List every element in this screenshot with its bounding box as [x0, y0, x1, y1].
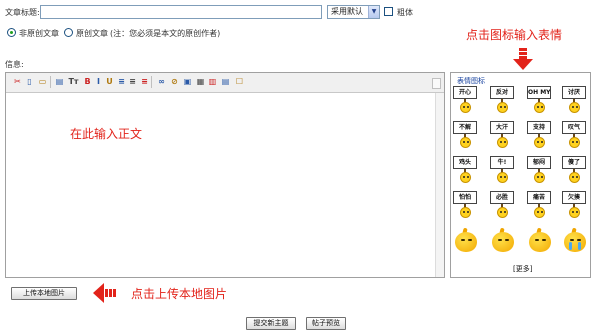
emoticon-item[interactable]: 反对: [490, 86, 514, 114]
smiley-face-icon: [569, 102, 580, 113]
emoticon-item[interactable]: 讨厌: [562, 86, 586, 114]
emoticon-sign-text: 开心: [453, 86, 477, 99]
emoticon-big-3[interactable]: [527, 227, 553, 256]
style-select-value: 采用默认: [331, 7, 363, 16]
emoticon-item[interactable]: 牛!: [490, 156, 514, 184]
emoticon-sign-text: 支持: [527, 121, 551, 134]
emoticon-sign-text: 叹气: [562, 121, 586, 134]
toolbar-separator: [50, 76, 51, 88]
image-icon[interactable]: ▣: [182, 76, 193, 87]
emoticon-item[interactable]: 欠揍: [562, 191, 586, 219]
emoticon-item[interactable]: 不解: [453, 121, 477, 149]
link-icon[interactable]: ∞: [156, 76, 167, 87]
emoticon-sign-text: 郁闷: [527, 156, 551, 169]
italic-icon[interactable]: I: [93, 76, 104, 87]
smiley-face-icon: [534, 102, 545, 113]
editor-toolbar: ✂ ▯ ▭ ▤ Tт B I U ≡ ≡ ≡ ∞ ⊘ ▣ ▦ ▥ ▤ ☐: [6, 73, 444, 93]
emoticon-item[interactable]: 支持: [527, 121, 551, 149]
emoticon-item[interactable]: 怕怕: [453, 191, 477, 219]
smiley-face-icon: [569, 172, 580, 183]
emoticon-sign-text: 欠揍: [562, 191, 586, 204]
smiley-face-icon: [534, 172, 545, 183]
emoticon-sign-text: 鸡头: [453, 156, 477, 169]
align-center-icon[interactable]: ≡: [127, 76, 138, 87]
emoticon-item[interactable]: 开心: [453, 86, 477, 114]
smiley-face-icon: [534, 137, 545, 148]
smiley-face-icon: [460, 172, 471, 183]
align-left-icon[interactable]: ≡: [116, 76, 127, 87]
preview-post-button[interactable]: 帖子预览: [306, 317, 346, 330]
radio-non-original[interactable]: [7, 28, 16, 37]
table-icon[interactable]: ▤: [220, 76, 231, 87]
source-mode-icon[interactable]: [432, 78, 441, 89]
message-label: 信息:: [5, 60, 24, 69]
emoticon-sign-text: 牛!: [490, 156, 514, 169]
title-input[interactable]: [40, 5, 322, 19]
smiley-face-icon: [497, 137, 508, 148]
emoticon-sign-text: 不解: [453, 121, 477, 134]
bold-label: 粗体: [397, 8, 413, 17]
emoticon-item[interactable]: 郁闷: [527, 156, 551, 184]
message-editor[interactable]: ✂ ▯ ▭ ▤ Tт B I U ≡ ≡ ≡ ∞ ⊘ ▣ ▦ ▥ ▤ ☐ 在此输入正文: [5, 72, 445, 278]
text-size-icon[interactable]: Tт: [68, 76, 79, 87]
emoticon-sign-text: 痛苦: [527, 191, 551, 204]
smiley-face-icon: [497, 102, 508, 113]
emoticon-item[interactable]: 叹气: [562, 121, 586, 149]
emoticon-sign-text: 必胜: [490, 191, 514, 204]
upload-image-button[interactable]: 上传本地图片: [11, 287, 77, 300]
more-emoticons-link[interactable]: [更多]: [513, 264, 532, 274]
emoticon-item[interactable]: 大汗: [490, 121, 514, 149]
smiley-face-icon: [460, 137, 471, 148]
upload-hint: 点击上传本地图片: [131, 287, 228, 301]
chevron-down-icon[interactable]: ▼: [368, 6, 379, 18]
emoticon-hint: 点击图标输入表情: [466, 28, 563, 42]
format-icon[interactable]: ▤: [54, 76, 65, 87]
editor-scrollbar[interactable]: [435, 93, 444, 277]
radio-original-label: 原创文章: [76, 29, 108, 38]
title-label: 文章标题:: [5, 8, 40, 17]
emoticon-big-4[interactable]: [562, 227, 588, 256]
toolbar-separator: [151, 76, 152, 88]
emoticon-big-2[interactable]: [490, 227, 516, 256]
emoticon-sign-text: 讨厌: [562, 86, 586, 99]
bold-checkbox[interactable]: [384, 7, 393, 16]
emoticon-item[interactable]: 鸡头: [453, 156, 477, 184]
emoticon-panel-title: 表情图标: [457, 77, 485, 85]
flash-icon[interactable]: ▦: [195, 76, 206, 87]
arrow-left-icon: [93, 283, 116, 303]
smiley-face-icon: [460, 102, 471, 113]
radio-original[interactable]: [64, 28, 73, 37]
emoticon-sign-text: OH MY GOD!: [527, 86, 551, 99]
emoticon-sign-text: 大汗: [490, 121, 514, 134]
emoticon-item[interactable]: 痛苦: [527, 191, 551, 219]
emoticon-item[interactable]: 傻了: [562, 156, 586, 184]
radio-non-original-label: 非原创文章: [19, 29, 59, 38]
smiley-face-icon: [569, 207, 580, 218]
radio-original-note: (注：您必须是本文的原创作者): [110, 29, 221, 38]
smiley-face-icon: [497, 172, 508, 183]
checkbox-icon[interactable]: ☐: [234, 76, 245, 87]
underline-icon[interactable]: U: [104, 76, 115, 87]
emoticon-item[interactable]: OH MY GOD!: [527, 86, 551, 114]
emoticon-sign-text: 怕怕: [453, 191, 477, 204]
submit-topic-button[interactable]: 提交新主题: [246, 317, 296, 330]
unlink-icon[interactable]: ⊘: [169, 76, 180, 87]
bold-icon[interactable]: B: [82, 76, 93, 87]
emoticon-sign-text: 傻了: [562, 156, 586, 169]
smiley-face-icon: [569, 137, 580, 148]
emoticon-sign-text: 反对: [490, 86, 514, 99]
paste-icon[interactable]: ▭: [37, 76, 48, 87]
smiley-face-icon: [460, 207, 471, 218]
smiley-face-icon: [534, 207, 545, 218]
media-icon[interactable]: ▥: [207, 76, 218, 87]
style-select[interactable]: 采用默认 ▼: [327, 5, 380, 19]
emoticon-item[interactable]: 必胜: [490, 191, 514, 219]
smiley-face-icon: [497, 207, 508, 218]
arrow-down-icon: [513, 48, 533, 70]
cut-icon[interactable]: ✂: [12, 76, 23, 87]
align-right-icon[interactable]: ≡: [139, 76, 150, 87]
body-hint: 在此输入正文: [70, 127, 143, 141]
emoticon-big-1[interactable]: [453, 227, 479, 256]
copy-icon[interactable]: ▯: [24, 76, 35, 87]
